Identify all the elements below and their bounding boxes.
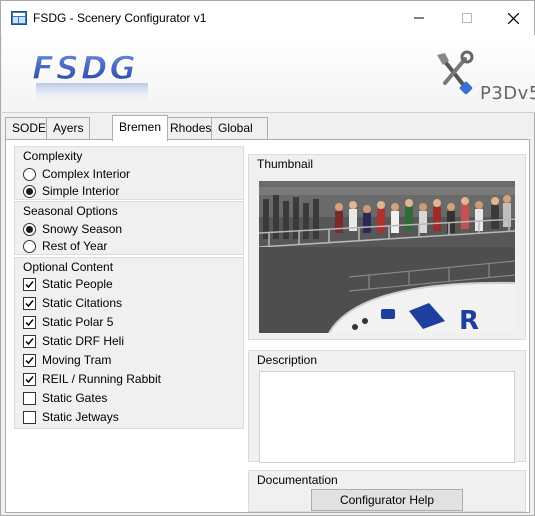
checkmark-icon — [25, 318, 34, 326]
rest-of-year-radio[interactable]: Rest of Year — [23, 237, 107, 255]
option-label: Static Gates — [42, 391, 108, 405]
fsdg-logo: FSDG — [31, 48, 148, 105]
checkbox-box[interactable] — [23, 353, 36, 367]
svg-text:FSDG: FSDG — [32, 49, 138, 87]
option-label: Snowy Season — [42, 222, 123, 236]
app-window: FSDG - Scenery Configurator v1 FSDG P3Dv… — [0, 0, 535, 516]
thumbnail-group: Thumbnail R — [248, 154, 526, 340]
static-polar5-checkbox[interactable]: Static Polar 5 — [23, 313, 113, 331]
radio-indicator[interactable] — [23, 222, 36, 236]
radio-indicator[interactable] — [23, 184, 36, 198]
tab-bremen[interactable]: Bremen — [112, 115, 169, 141]
info-panel: Thumbnail R Description Documentation Co… — [248, 154, 528, 514]
description-group: Description — [248, 350, 526, 463]
optional-content-group: Optional Content Static People Static Ci… — [14, 257, 244, 429]
checkmark-icon — [25, 280, 34, 288]
tab-ayers-rock[interactable]: Ayers Rock — [46, 117, 91, 155]
window-title: FSDG - Scenery Configurator v1 — [33, 11, 207, 25]
static-people-checkbox[interactable]: Static People — [23, 275, 113, 293]
maximize-button[interactable] — [444, 1, 490, 35]
title-bar[interactable]: FSDG - Scenery Configurator v1 — [1, 1, 534, 35]
option-label: REIL / Running Rabbit — [42, 372, 161, 386]
checkmark-icon — [25, 356, 34, 364]
checkbox-box[interactable] — [23, 391, 36, 405]
checkbox-box[interactable] — [23, 277, 36, 291]
optional-content-title: Optional Content — [23, 260, 114, 274]
airport-scene-image: R — [259, 181, 515, 333]
static-drf-heli-checkbox[interactable]: Static DRF Heli — [23, 332, 124, 350]
option-label: Static Jetways — [42, 410, 119, 424]
checkmark-icon — [25, 375, 34, 383]
moving-tram-checkbox[interactable]: Moving Tram — [23, 351, 111, 369]
option-label: Moving Tram — [42, 353, 112, 367]
static-jetways-checkbox[interactable]: Static Jetways — [23, 408, 119, 426]
complex-interior-radio[interactable]: Complex Interior — [23, 165, 130, 183]
checkbox-box[interactable] — [23, 315, 36, 329]
seasonal-title: Seasonal Options — [23, 204, 118, 218]
option-label: Static Citations — [42, 296, 123, 310]
app-icon — [11, 11, 27, 25]
thumbnail-image: R — [259, 181, 515, 333]
platform-label: P3Dv5 — [480, 83, 535, 104]
option-label: Rest of Year — [42, 239, 108, 253]
header-banner: FSDG P3Dv5 — [2, 35, 535, 113]
checkbox-box[interactable] — [23, 296, 36, 310]
options-panel: Complexity Complex Interior Simple Inter… — [14, 146, 244, 429]
static-citations-checkbox[interactable]: Static Citations — [23, 294, 122, 312]
snowy-season-radio[interactable]: Snowy Season — [23, 220, 122, 238]
checkmark-icon — [25, 337, 34, 345]
minimize-button[interactable] — [396, 1, 442, 35]
documentation-group: Documentation Configurator Help — [248, 470, 526, 512]
tab-global-settings[interactable]: Global Settings — [211, 117, 269, 155]
minimize-icon — [414, 17, 424, 19]
option-label: Complex Interior — [42, 167, 131, 181]
complexity-title: Complexity — [23, 149, 83, 163]
description-textbox[interactable] — [259, 371, 515, 463]
configurator-help-button[interactable]: Configurator Help — [311, 489, 463, 511]
maximize-icon — [462, 13, 472, 23]
radio-indicator[interactable] — [23, 167, 36, 181]
reil-running-rabbit-checkbox[interactable]: REIL / Running Rabbit — [23, 370, 161, 388]
option-label: Static People — [42, 277, 113, 291]
simple-interior-radio[interactable]: Simple Interior — [23, 182, 119, 200]
seasonal-group: Seasonal Options Snowy Season Rest of Ye… — [14, 201, 244, 255]
svg-text:R: R — [459, 306, 479, 333]
checkbox-box[interactable] — [23, 410, 36, 424]
checkbox-box[interactable] — [23, 334, 36, 348]
documentation-title: Documentation — [257, 473, 338, 487]
complexity-group: Complexity Complex Interior Simple Inter… — [14, 146, 244, 200]
description-title: Description — [257, 353, 318, 367]
option-label: Static DRF Heli — [42, 334, 125, 348]
static-gates-checkbox[interactable]: Static Gates — [23, 389, 107, 407]
close-button[interactable] — [490, 1, 535, 35]
radio-indicator[interactable] — [23, 239, 36, 253]
thumbnail-title: Thumbnail — [257, 157, 314, 171]
close-icon — [507, 12, 519, 24]
checkbox-box[interactable] — [23, 372, 36, 386]
checkmark-icon — [25, 299, 34, 307]
option-label: Static Polar 5 — [42, 315, 114, 329]
option-label: Simple Interior — [42, 184, 120, 198]
tab-content-bremen: Complexity Complex Interior Simple Inter… — [5, 139, 530, 513]
